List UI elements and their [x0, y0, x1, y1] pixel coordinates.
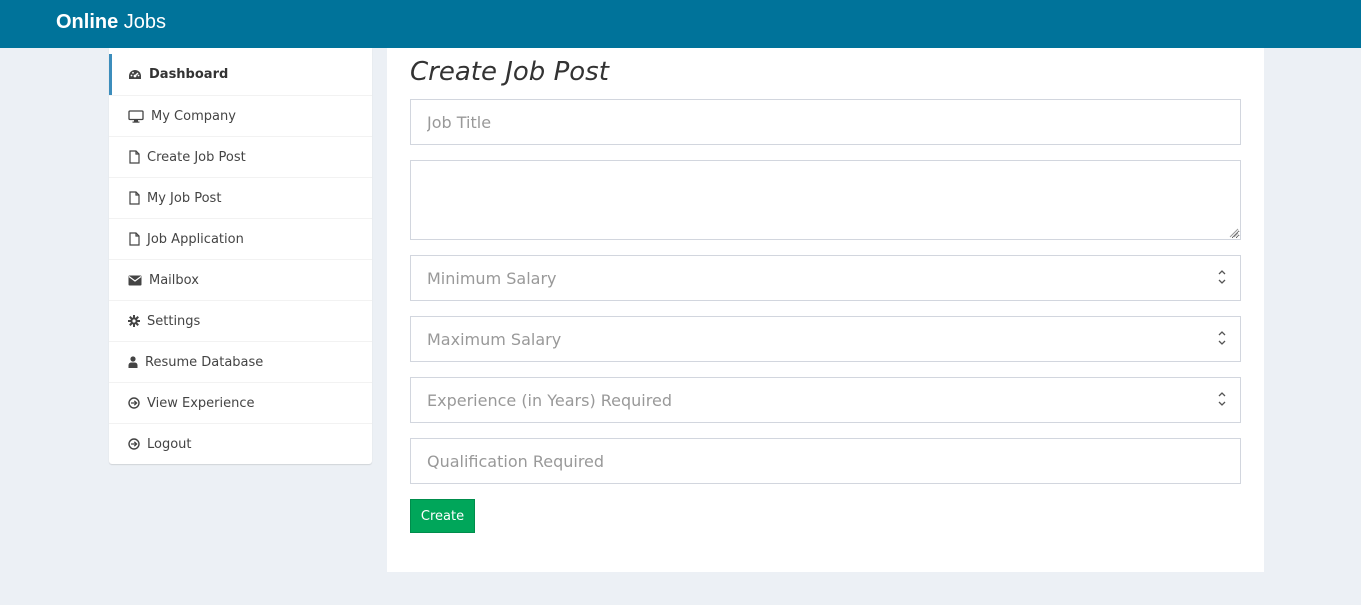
sidebar-item-create-job-post[interactable]: Create Job Post [109, 136, 372, 177]
job-title-input[interactable] [410, 99, 1241, 145]
gear-icon [127, 313, 141, 329]
page-title: Create Job Post [410, 57, 609, 87]
sidebar-item-label: View Experience [147, 395, 255, 411]
main-content-panel: Create Job Post Create [387, 48, 1264, 572]
experience-wrapper [410, 377, 1241, 423]
user-icon [127, 354, 139, 370]
sidebar-item-label: My Company [151, 108, 236, 124]
sidebar-item-label: Job Application [147, 231, 244, 247]
dashboard-icon [127, 67, 143, 83]
experience-input[interactable] [410, 377, 1241, 423]
arrow-circle-right-icon [127, 436, 141, 452]
desktop-icon [127, 108, 145, 124]
sidebar-menu: Dashboard My Company Create Job Post My … [109, 48, 372, 464]
minimum-salary-input[interactable] [410, 255, 1241, 301]
maximum-salary-wrapper [410, 316, 1241, 362]
create-button[interactable]: Create [410, 499, 475, 533]
job-description-textarea[interactable] [410, 160, 1241, 240]
sidebar-item-resume-database[interactable]: Resume Database [109, 341, 372, 382]
arrow-circle-right-icon [127, 395, 141, 411]
sidebar-item-label: Dashboard [149, 67, 229, 82]
maximum-salary-input[interactable] [410, 316, 1241, 362]
sidebar-item-job-application[interactable]: Job Application [109, 218, 372, 259]
brand-light-text: Jobs [123, 11, 167, 33]
minimum-salary-wrapper [410, 255, 1241, 301]
description-field-wrapper [410, 160, 1241, 240]
file-icon [127, 231, 141, 247]
brand-bold-text: Online [56, 11, 119, 33]
file-icon [127, 149, 141, 165]
sidebar-item-label: Resume Database [145, 354, 264, 370]
sidebar-item-label: My Job Post [147, 190, 222, 206]
sidebar-item-my-company[interactable]: My Company [109, 95, 372, 136]
sidebar-item-logout[interactable]: Logout [109, 423, 372, 464]
file-icon [127, 190, 141, 206]
sidebar-item-label: Mailbox [149, 272, 199, 288]
top-navbar: Online Jobs [0, 0, 1361, 48]
envelope-icon [127, 272, 143, 288]
sidebar-item-dashboard[interactable]: Dashboard [109, 54, 372, 95]
sidebar-item-view-experience[interactable]: View Experience [109, 382, 372, 423]
sidebar-item-label: Settings [147, 313, 201, 329]
sidebar-item-label: Logout [147, 436, 192, 452]
sidebar-item-my-job-post[interactable]: My Job Post [109, 177, 372, 218]
brand-logo[interactable]: Online Jobs [56, 11, 166, 34]
sidebar-item-mailbox[interactable]: Mailbox [109, 259, 372, 300]
sidebar-item-label: Create Job Post [147, 149, 246, 165]
sidebar-item-settings[interactable]: Settings [109, 300, 372, 341]
qualification-input[interactable] [410, 438, 1241, 484]
